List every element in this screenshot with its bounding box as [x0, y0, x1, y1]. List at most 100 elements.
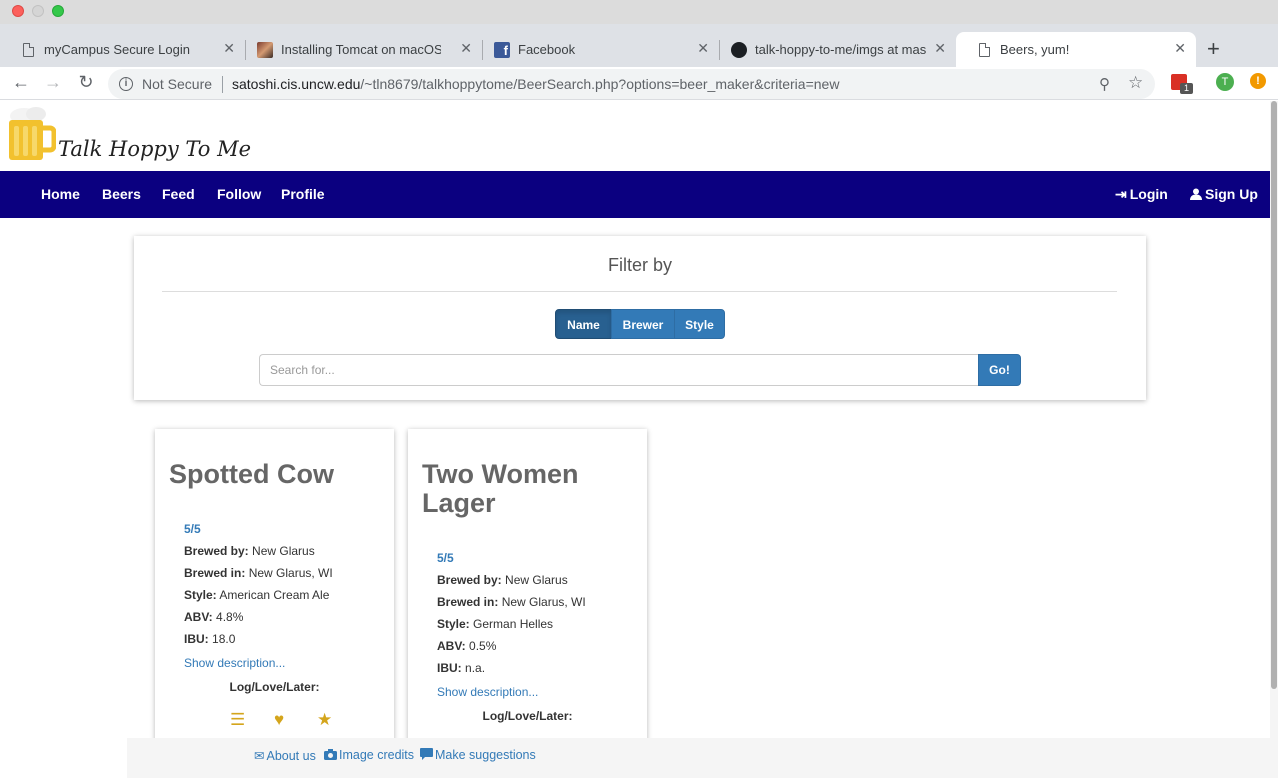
brewed-in: Brewed in: New Glarus, WI	[437, 595, 586, 609]
beer-name[interactable]: Spotted Cow	[169, 460, 384, 489]
close-tab-icon[interactable]: ✕	[1174, 40, 1186, 57]
beer-abv: ABV: 4.8%	[184, 610, 243, 624]
page-scrollbar[interactable]	[1270, 101, 1278, 778]
security-label[interactable]: Not Secure	[142, 76, 212, 92]
beer-abv: ABV: 0.5%	[437, 639, 496, 653]
style-value: American Cream Ale	[219, 588, 330, 602]
nav-login[interactable]: ⇥ Login	[1115, 186, 1168, 203]
close-tab-icon[interactable]: ✕	[460, 40, 472, 57]
brewed-in-label: Brewed in:	[437, 595, 499, 609]
filter-divider	[162, 291, 1117, 292]
love-heart-icon[interactable]: ♥	[274, 710, 284, 730]
profile-avatar[interactable]: T	[1216, 73, 1234, 91]
filter-option-name[interactable]: Name	[555, 309, 612, 339]
ibu-value: n.a.	[465, 661, 486, 675]
tab-facebook[interactable]: f Facebook ✕	[474, 32, 719, 67]
tab-title: myCampus Secure Login	[44, 42, 190, 57]
go-button[interactable]: Go!	[978, 354, 1021, 386]
close-tab-icon[interactable]: ✕	[223, 40, 235, 57]
site-brand-title[interactable]: Talk Hoppy To Me	[58, 137, 251, 161]
main-navbar: Home Beers Feed Follow Profile ⇥ Login Si…	[0, 171, 1270, 218]
brewed-in-label: Brewed in:	[184, 566, 246, 580]
beer-style: Style: American Cream Ale	[184, 588, 329, 602]
show-description-link[interactable]: Show description...	[184, 656, 285, 670]
brewed-by-value: New Glarus	[252, 544, 315, 558]
tab-tomcat[interactable]: Installing Tomcat on macOS 10 ✕	[237, 32, 482, 67]
abv-label: ABV:	[437, 639, 466, 653]
style-value: German Helles	[473, 617, 554, 631]
abv-label: ABV:	[184, 610, 213, 624]
filter-title: Filter by	[607, 255, 672, 275]
filter-panel: Filter by Name Brewer Style Search for..…	[134, 236, 1146, 400]
filter-option-style[interactable]: Style	[674, 309, 725, 339]
bookmark-star-icon[interactable]: ☆	[1128, 73, 1143, 93]
address-bar[interactable]: i Not Secure satoshi.cis.uncw.edu/~tln86…	[108, 69, 1155, 99]
tab-title: Facebook	[518, 42, 576, 57]
update-alert-icon[interactable]: !	[1250, 73, 1266, 89]
make-suggestions-link[interactable]: Make suggestions	[420, 748, 536, 762]
close-tab-icon[interactable]: ✕	[934, 40, 946, 57]
maximize-window-button[interactable]	[52, 5, 64, 17]
beer-rating: 5/5	[437, 551, 454, 565]
beer-ibu: IBU: 18.0	[184, 632, 235, 646]
nav-home[interactable]: Home	[41, 186, 80, 202]
url-text[interactable]: satoshi.cis.uncw.edu/~tln8679/talkhoppyt…	[232, 76, 839, 92]
extension-badge: 1	[1180, 83, 1193, 94]
forward-arrow-icon[interactable]: →	[41, 72, 65, 93]
tab-beers-active[interactable]: Beers, yum! ✕	[956, 32, 1196, 67]
brewed-by-label: Brewed by:	[184, 544, 249, 558]
url-host: satoshi.cis.uncw.edu	[232, 76, 361, 92]
filter-option-brewer[interactable]: Brewer	[611, 309, 675, 339]
beer-rating: 5/5	[184, 522, 201, 536]
info-icon[interactable]: i	[119, 77, 133, 91]
login-icon: ⇥	[1115, 186, 1127, 202]
comment-icon	[420, 748, 433, 760]
page-icon	[20, 42, 36, 58]
nav-beers[interactable]: Beers	[102, 186, 141, 202]
show-description-link[interactable]: Show description...	[437, 685, 538, 699]
nav-signup[interactable]: Sign Up	[1190, 186, 1258, 202]
tab-strip: myCampus Secure Login ✕ Installing Tomca…	[0, 24, 1278, 67]
facebook-icon: f	[494, 41, 510, 58]
window-titlebar	[0, 0, 1278, 24]
new-tab-button[interactable]: +	[1207, 36, 1220, 62]
beer-ibu: IBU: n.a.	[437, 661, 485, 675]
url-path: /~tln8679/talkhoppytome/BeerSearch.php?o…	[360, 76, 840, 92]
image-credits-label: Image credits	[339, 748, 415, 762]
reload-icon[interactable]: ↻	[74, 72, 98, 93]
later-star-icon[interactable]: ★	[317, 710, 332, 730]
camera-icon	[324, 749, 337, 760]
tab-github[interactable]: talk-hoppy-to-me/imgs at mas ✕	[711, 32, 956, 67]
beer-name[interactable]: Two Women Lager	[422, 460, 637, 518]
close-window-button[interactable]	[12, 5, 24, 17]
nav-feed[interactable]: Feed	[162, 186, 195, 202]
search-input[interactable]: Search for...	[259, 354, 979, 386]
beer-mug-logo-icon	[9, 107, 56, 160]
brewed-by: Brewed by: New Glarus	[184, 544, 315, 558]
abv-value: 0.5%	[469, 639, 497, 653]
ibu-label: IBU:	[437, 661, 462, 675]
log-love-later-label: Log/Love/Later:	[229, 680, 320, 694]
zoom-icon[interactable]: ⚲	[1099, 75, 1110, 93]
back-arrow-icon[interactable]: ←	[9, 72, 33, 93]
brewed-by: Brewed by: New Glarus	[437, 573, 568, 587]
close-tab-icon[interactable]: ✕	[697, 40, 709, 57]
github-icon	[731, 41, 747, 58]
scrollbar-thumb[interactable]	[1271, 101, 1277, 689]
about-us-label: About us	[266, 749, 316, 763]
nav-follow[interactable]: Follow	[217, 186, 261, 202]
log-list-icon[interactable]: ☰	[230, 710, 245, 730]
about-us-link[interactable]: ✉ About us	[254, 748, 316, 763]
page-icon	[976, 42, 992, 58]
page-viewport: Talk Hoppy To Me Home Beers Feed Follow …	[0, 101, 1278, 778]
browser-toolbar: ← → ↻ i Not Secure satoshi.cis.uncw.edu/…	[0, 67, 1278, 100]
nav-profile[interactable]: Profile	[281, 186, 325, 202]
envelope-icon: ✉	[254, 749, 265, 763]
minimize-window-button[interactable]	[32, 5, 44, 17]
brewed-in-value: New Glarus, WI	[248, 566, 333, 580]
tab-title: Installing Tomcat on macOS 10	[281, 42, 441, 57]
style-label: Style:	[184, 588, 217, 602]
tab-mycampus[interactable]: myCampus Secure Login ✕	[0, 32, 245, 67]
image-credits-link[interactable]: Image credits	[324, 748, 414, 762]
ibu-value: 18.0	[212, 632, 236, 646]
